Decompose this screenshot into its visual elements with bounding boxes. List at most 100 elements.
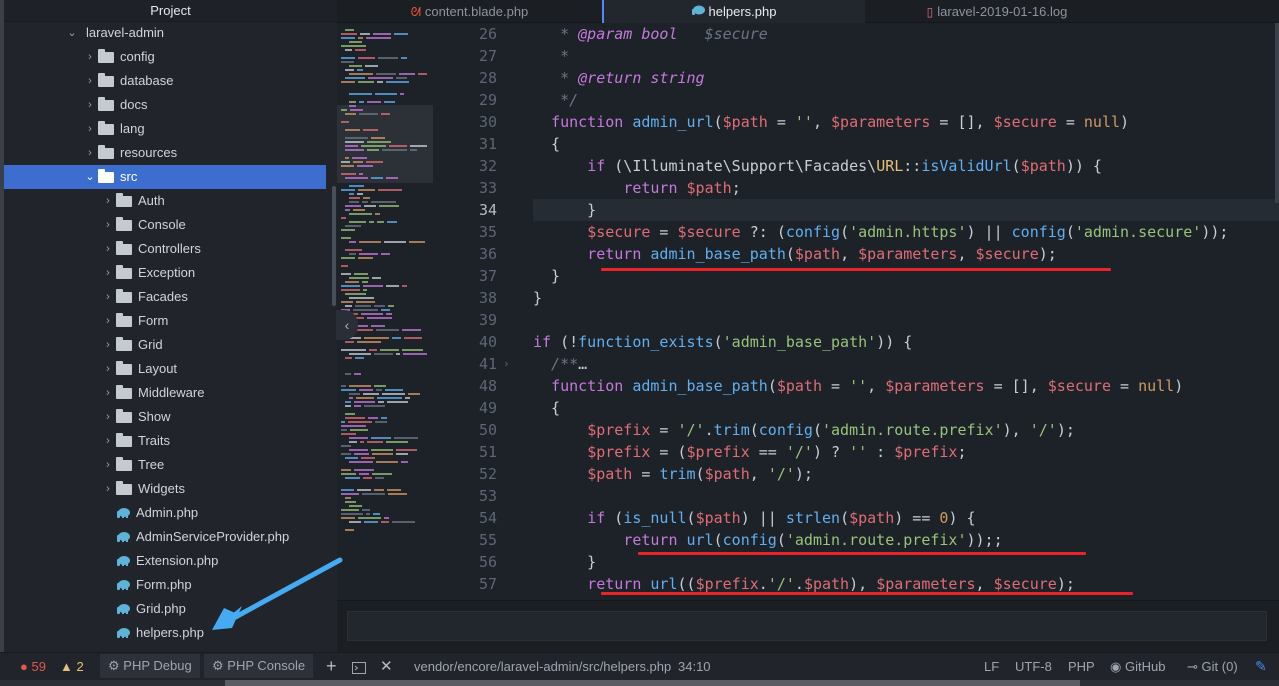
minimap-line	[355, 305, 371, 307]
chevron-right-icon[interactable]: ›	[102, 405, 114, 429]
line-ending[interactable]: LF	[984, 653, 999, 680]
code-token: $path	[686, 179, 732, 197]
code-line: function admin_url($path = '', $paramete…	[533, 111, 1129, 133]
minimap-line	[379, 205, 399, 207]
minimap-line	[349, 193, 354, 195]
code-token: = (	[650, 443, 687, 461]
minimap-line	[341, 289, 360, 291]
code-line: /**…	[533, 353, 587, 375]
tree-folder-database[interactable]: › database	[4, 69, 326, 93]
code-token: }	[533, 289, 543, 307]
editor-scrollbar[interactable]	[1275, 23, 1279, 203]
telemetry-bird-icon[interactable]: ✎	[1255, 653, 1267, 680]
code-token: ,	[975, 575, 994, 593]
chevron-right-icon[interactable]: ›	[102, 261, 114, 285]
tree-folder-facades[interactable]: › Facades	[4, 285, 326, 309]
chevron-right-icon[interactable]: ›	[102, 189, 114, 213]
tree-label: Middleware	[138, 385, 205, 400]
chevron-right-icon[interactable]: ›	[84, 141, 96, 165]
minimap-line	[354, 273, 368, 275]
minimap-line	[341, 385, 346, 387]
minimap-viewport[interactable]	[337, 105, 433, 183]
tree-folder-auth[interactable]: › Auth	[4, 189, 326, 213]
add-icon[interactable]: +	[326, 653, 337, 680]
code-line: }	[533, 265, 560, 287]
tree-file-admin-php[interactable]: Admin.php	[4, 501, 326, 525]
tree-scrollbar[interactable]	[332, 186, 336, 306]
chevron-right-icon[interactable]: ›	[102, 237, 114, 261]
php-console-tab[interactable]: ⚙ PHP Console	[204, 654, 314, 678]
chevron-right-icon[interactable]: ›	[102, 429, 114, 453]
tree-folder-grid[interactable]: › Grid	[4, 333, 326, 357]
code-token: config	[722, 531, 777, 549]
tree-folder-root[interactable]: ⌄ laravel-admin	[4, 21, 326, 45]
chevron-right-icon[interactable]: ›	[84, 45, 96, 69]
panel-input-area[interactable]	[347, 611, 1267, 641]
error-count[interactable]: ● 59	[20, 653, 46, 680]
minimap-line	[386, 81, 409, 83]
tree-label: Exception	[138, 265, 196, 280]
tree-folder-exception[interactable]: › Exception	[4, 261, 326, 285]
git-button[interactable]: ⊸ Git (0)	[1187, 653, 1238, 680]
warning-count[interactable]: ▲ 2	[60, 653, 84, 680]
chevron-down-icon[interactable]: ⌄	[66, 21, 78, 45]
tab-content-blade[interactable]: ᘛ content.blade.php	[337, 0, 602, 23]
tab-laravel-log[interactable]: ▯ laravel-2019-01-16.log	[865, 0, 1129, 23]
tree-folder-config[interactable]: › config	[4, 45, 326, 69]
tree-folder-show[interactable]: › Show	[4, 405, 326, 429]
minimap-line	[349, 93, 372, 95]
tree-folder-widgets[interactable]: › Widgets	[4, 477, 326, 501]
tree-folder-docs[interactable]: › docs	[4, 93, 326, 117]
tree-folder-tree[interactable]: › Tree	[4, 453, 326, 477]
chevron-right-icon[interactable]: ›	[84, 117, 96, 141]
close-icon[interactable]: ✕	[380, 653, 393, 680]
tree-folder-console[interactable]: › Console	[4, 213, 326, 237]
code-token: $path	[776, 377, 822, 395]
php-console-label: PHP Console	[227, 658, 306, 673]
code-editor[interactable]: 26 * @param bool $secure 27 * 28 * @return…	[433, 23, 1279, 600]
encoding[interactable]: UTF-8	[1015, 653, 1052, 680]
chevron-right-icon[interactable]: ›	[102, 477, 114, 501]
minimap-line	[362, 201, 368, 203]
chevron-right-icon[interactable]: ›	[102, 333, 114, 357]
php-debug-tab[interactable]: ⚙ PHP Debug	[100, 654, 200, 678]
chevron-down-icon[interactable]: ⌄	[84, 165, 96, 189]
tree-folder-lang[interactable]: › lang	[4, 117, 326, 141]
file-path[interactable]: vendor/encore/laravel-admin/src/helpers.…	[414, 653, 671, 680]
minimap-line	[387, 221, 397, 223]
tree-label: Grid	[138, 337, 163, 352]
chevron-right-icon[interactable]: ›	[84, 69, 96, 93]
tree-folder-controllers[interactable]: › Controllers	[4, 237, 326, 261]
code-token: '/'	[1029, 421, 1057, 439]
code-token: null	[1083, 113, 1121, 131]
chevron-right-icon[interactable]: ›	[84, 93, 96, 117]
minimap-line	[396, 353, 400, 355]
dock-edge	[225, 680, 1080, 686]
tree-folder-resources[interactable]: › resources	[4, 141, 326, 165]
minimap-line	[361, 313, 383, 315]
chevron-right-icon[interactable]: ›	[102, 357, 114, 381]
tree-file-adminserviceprovider-php[interactable]: AdminServiceProvider.php	[4, 525, 326, 549]
tab-helpers-php[interactable]: helpers.php	[602, 0, 865, 23]
code-token: ),	[1002, 421, 1030, 439]
chevron-right-icon[interactable]: ›	[102, 213, 114, 237]
tree-folder-layout[interactable]: › Layout	[4, 357, 326, 381]
grammar[interactable]: PHP	[1068, 653, 1095, 680]
fold-chevron-icon[interactable]: ›	[503, 353, 510, 375]
tree-folder-traits[interactable]: › Traits	[4, 429, 326, 453]
minimap-line	[381, 113, 390, 115]
minimap-line	[363, 129, 378, 131]
minimap-line	[353, 161, 363, 163]
tree-label: laravel-admin	[86, 25, 165, 40]
cursor-position[interactable]: 34:10	[678, 653, 711, 680]
tree-folder-form[interactable]: › Form	[4, 309, 326, 333]
tree-folder-src[interactable]: ⌄ src	[4, 165, 326, 189]
chevron-right-icon[interactable]: ›	[102, 285, 114, 309]
terminal-icon[interactable]	[352, 653, 366, 680]
chevron-right-icon[interactable]: ›	[102, 309, 114, 333]
chevron-right-icon[interactable]: ›	[102, 453, 114, 477]
chevron-right-icon[interactable]: ›	[102, 381, 114, 405]
tree-folder-middleware[interactable]: › Middleware	[4, 381, 326, 405]
code-token: ''	[794, 113, 813, 131]
github-button[interactable]: ◉ GitHub	[1110, 653, 1165, 680]
